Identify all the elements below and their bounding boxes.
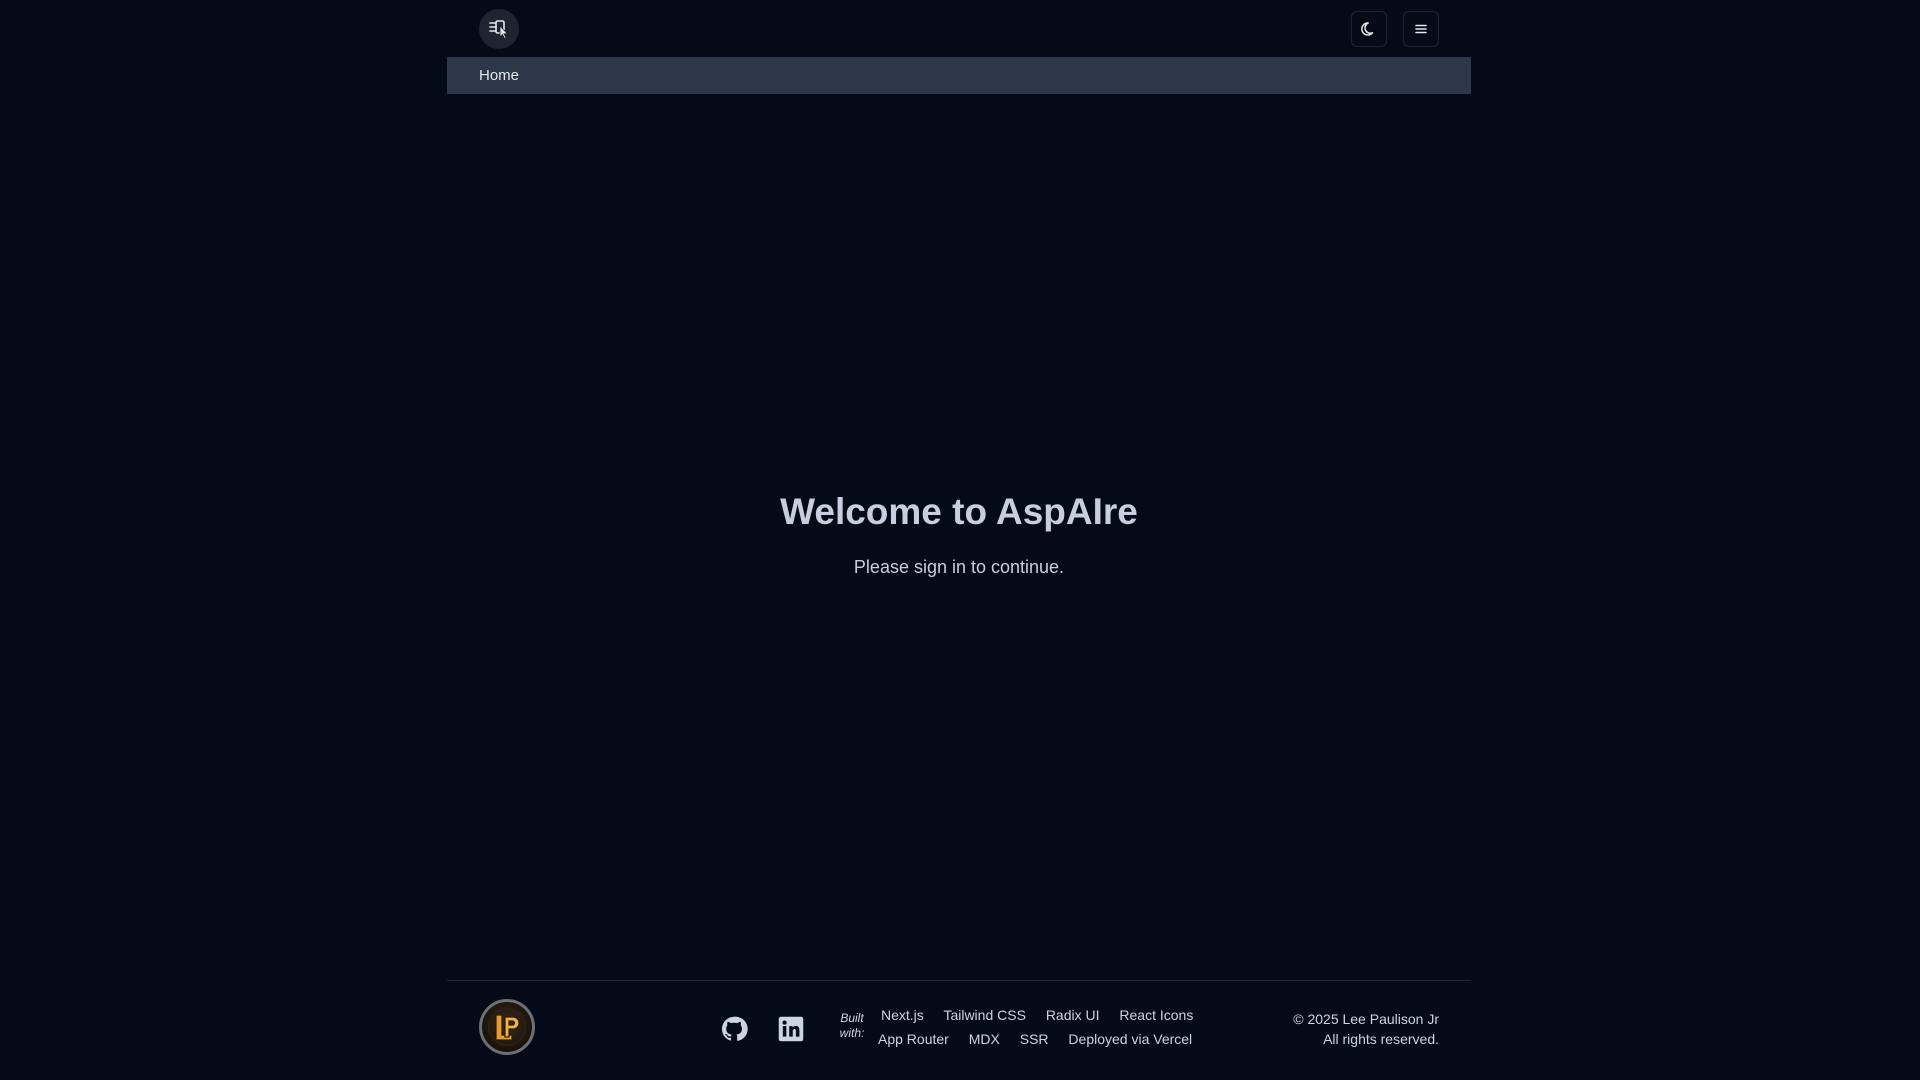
tech-link-radix[interactable]: Radix UI [1046, 1007, 1100, 1023]
footer: Built with: Next.js Tailwind CSS Radix U… [447, 980, 1471, 1080]
built-with-label: Built with: [837, 1011, 867, 1041]
tech-link-tailwind[interactable]: Tailwind CSS [943, 1007, 1025, 1023]
app-logo-button[interactable] [479, 9, 519, 49]
menu-button[interactable] [1403, 11, 1439, 47]
nav-home-link[interactable]: Home [479, 57, 519, 94]
page-title: Welcome to AspAIre [780, 491, 1138, 532]
tech-link-react-icons[interactable]: React Icons [1119, 1007, 1193, 1023]
github-icon [721, 1016, 748, 1041]
copyright: © 2025 Lee Paulison Jr All rights reserv… [1293, 1009, 1439, 1049]
dashboard-cursor-icon [489, 20, 509, 40]
top-bar [447, 0, 1471, 57]
sign-in-prompt: Please sign in to continue. [853, 557, 1065, 577]
hamburger-menu-icon [1415, 24, 1427, 34]
moon-icon [1361, 22, 1374, 36]
github-link[interactable] [720, 1015, 748, 1043]
tech-link-ssr[interactable]: SSR [1020, 1031, 1049, 1047]
tech-link-app-router[interactable]: App Router [878, 1031, 949, 1047]
lp-monogram-logo[interactable] [479, 999, 535, 1055]
built-with-line2: with: [839, 1026, 865, 1040]
linkedin-icon [778, 1016, 804, 1042]
copyright-line1: © 2025 Lee Paulison Jr [1293, 1011, 1439, 1027]
linkedin-link[interactable] [777, 1015, 805, 1043]
built-with-line1: Built [840, 1011, 864, 1025]
copyright-line2: All rights reserved. [1323, 1031, 1439, 1047]
tech-row-1: Next.js Tailwind CSS Radix UI React Icon… [881, 1007, 1209, 1023]
tech-row-2: App Router MDX SSR Deployed via Vercel [878, 1031, 1208, 1047]
lp-logo-mark [488, 1008, 526, 1046]
theme-toggle-button[interactable] [1351, 11, 1387, 47]
nav-bar: Home [447, 57, 1471, 94]
hero-section: Welcome to AspAIre Please sign in to con… [447, 490, 1471, 578]
tech-link-mdx[interactable]: MDX [969, 1031, 1000, 1047]
tech-link-nextjs[interactable]: Next.js [881, 1007, 924, 1023]
tech-link-vercel[interactable]: Deployed via Vercel [1068, 1031, 1192, 1047]
page: Home Welcome to AspAIre Please sign in t… [0, 0, 1920, 1080]
